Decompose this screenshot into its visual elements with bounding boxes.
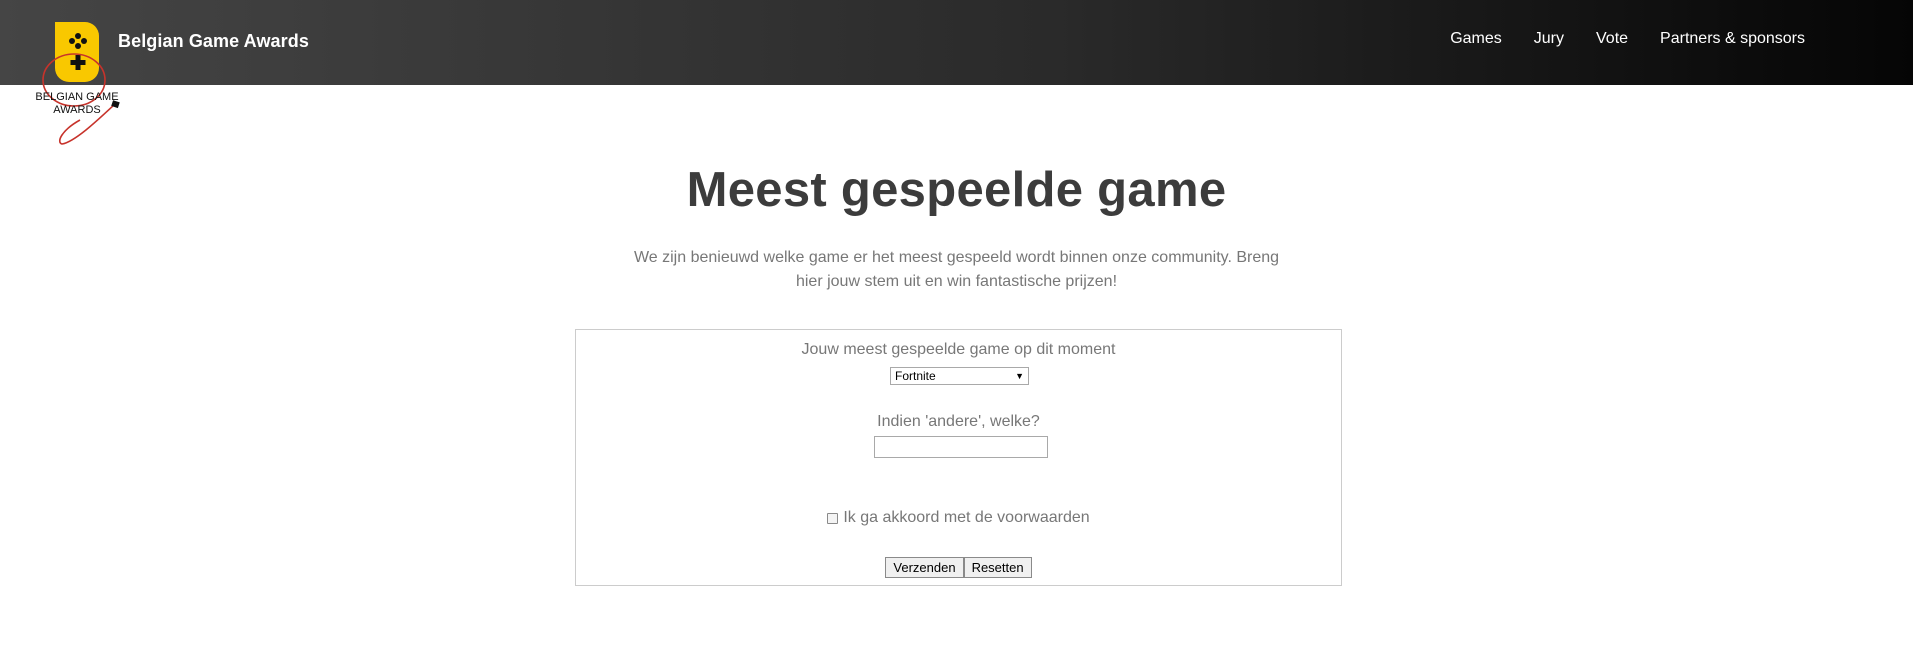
game-select-label: Jouw meest gespeelde game op dit moment — [801, 341, 1116, 358]
game-select-value: Fortnite — [895, 369, 936, 383]
terms-row: Ik ga akkoord met de voorwaarden — [576, 509, 1341, 527]
logo-wordmark-line1: BELGIAN GAME — [35, 91, 118, 103]
submit-button[interactable]: Verzenden — [885, 557, 964, 578]
nav-link-partners-sponsors[interactable]: Partners & sponsors — [1660, 30, 1805, 48]
nav-link-vote[interactable]: Vote — [1596, 30, 1628, 48]
nav-link-games[interactable]: Games — [1450, 30, 1502, 48]
brand-title[interactable]: Belgian Game Awards — [118, 31, 309, 52]
nav-link-jury[interactable]: Jury — [1534, 30, 1564, 48]
terms-label: Ik ga akkoord met de voorwaarden — [843, 509, 1090, 526]
game-select[interactable]: Fortnite ▼ — [890, 367, 1029, 385]
form-buttons: Verzenden Resetten — [576, 557, 1341, 578]
reset-button[interactable]: Resetten — [963, 557, 1032, 578]
page-title: Meest gespeelde game — [686, 163, 1227, 217]
other-game-label: Indien 'andere', welke? — [877, 413, 1040, 430]
other-game-input[interactable] — [874, 436, 1048, 458]
intro-text: We zijn benieuwd welke game er het meest… — [633, 249, 1280, 290]
main-nav: Games Jury Vote Partners & sponsors — [1450, 30, 1805, 48]
belgian-game-awards-logo[interactable]: BELGIAN GAME AWARDS — [30, 20, 130, 150]
logo-wordmark-line2: AWARDS — [53, 104, 100, 116]
top-navbar: BELGIAN GAME AWARDS Belgian Game Awards … — [0, 0, 1913, 145]
dropdown-arrow-icon: ▼ — [1015, 371, 1024, 381]
vote-form: Jouw meest gespeelde game op dit moment … — [575, 329, 1342, 586]
terms-checkbox[interactable] — [827, 512, 839, 524]
